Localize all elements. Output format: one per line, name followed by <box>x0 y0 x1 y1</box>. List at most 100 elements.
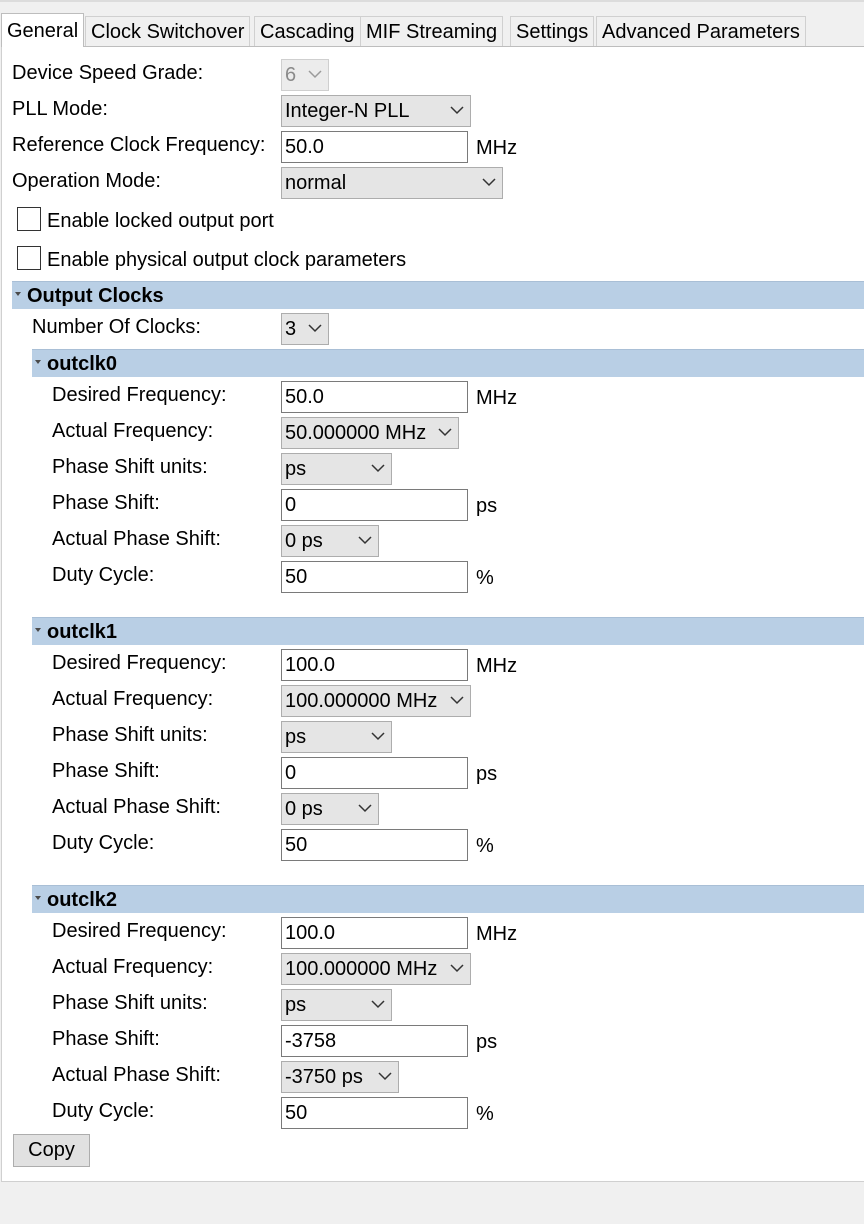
phase-shift-label: Phase Shift: <box>52 760 160 782</box>
tab-general[interactable]: General <box>1 13 85 47</box>
locked-port-label: Enable locked output port <box>47 210 274 232</box>
collapse-triangle-icon <box>35 360 41 364</box>
chevron-down-icon <box>371 1000 385 1009</box>
output-clocks-title: Output Clocks <box>27 285 164 307</box>
phase-shift-label: Phase Shift: <box>52 492 160 514</box>
ps-unit: ps <box>476 763 498 785</box>
percent-unit: % <box>476 567 494 589</box>
outclk0-phase-shift-input[interactable]: 0 <box>281 489 468 521</box>
outclk0-desired-frequency-input[interactable]: 50.0 <box>281 381 468 413</box>
physical-params-checkbox[interactable] <box>17 246 41 270</box>
percent-unit: % <box>476 1103 494 1125</box>
collapse-triangle-icon <box>35 628 41 632</box>
actual-frequency-value: 100.000000 MHz <box>285 690 438 712</box>
collapse-triangle-icon <box>35 896 41 900</box>
chevron-down-icon <box>438 428 452 437</box>
phase-shift-units-label: Phase Shift units: <box>52 992 208 1014</box>
num-clocks-select[interactable]: 3 <box>281 313 329 345</box>
actual-frequency-value: 50.000000 MHz <box>285 422 427 444</box>
outclk1-phase-shift-input[interactable]: 0 <box>281 757 468 789</box>
outclk1-desired-frequency-input[interactable]: 100.0 <box>281 649 468 681</box>
phase-shift-label: Phase Shift: <box>52 1028 160 1050</box>
pll-mode-select[interactable]: Integer-N PLL <box>281 95 471 127</box>
chevron-down-icon <box>450 964 464 973</box>
actual-phase-shift-value: 0 ps <box>285 798 323 820</box>
actual-frequency-value: 100.000000 MHz <box>285 958 438 980</box>
tab-bar: General Clock Switchover Cascading MIF S… <box>0 13 864 47</box>
duty-cycle-label: Duty Cycle: <box>52 1100 155 1122</box>
actual-phase-shift-value: -3750 ps <box>285 1066 363 1088</box>
outclk2-phase-shift-input[interactable]: -3758 <box>281 1025 468 1057</box>
ps-unit: ps <box>476 1031 498 1053</box>
outclk2-duty-cycle-input[interactable]: 50 <box>281 1097 468 1129</box>
ps-unit: ps <box>476 495 498 517</box>
tab-cascading[interactable]: Cascading <box>254 16 361 46</box>
actual-phase-shift-value: 0 ps <box>285 530 323 552</box>
pll-mode-label: PLL Mode: <box>12 98 108 120</box>
outclk1-header[interactable]: outclk1 <box>32 617 864 645</box>
ref-clock-input[interactable]: 50.0 <box>281 131 468 163</box>
phase-shift-units-value: ps <box>285 458 307 480</box>
output-clocks-header[interactable]: Output Clocks <box>12 281 864 309</box>
mhz-unit: MHz <box>476 655 518 677</box>
outclk0-title: outclk0 <box>47 353 118 375</box>
mhz-unit: MHz <box>476 923 518 945</box>
window-top-edge <box>0 0 864 2</box>
collapse-triangle-icon <box>15 292 21 296</box>
outclk0-header[interactable]: outclk0 <box>32 349 864 377</box>
outclk0-actual-phase-shift-select[interactable]: 0 ps <box>281 525 379 557</box>
duty-cycle-label: Duty Cycle: <box>52 832 155 854</box>
speed-grade-value: 6 <box>285 64 297 86</box>
phase-shift-units-label: Phase Shift units: <box>52 724 208 746</box>
operation-mode-value: normal <box>285 172 347 194</box>
outclk0-duty-cycle-input[interactable]: 50 <box>281 561 468 593</box>
copy-button[interactable]: Copy <box>13 1134 90 1167</box>
outclk1-duty-cycle-input[interactable]: 50 <box>281 829 468 861</box>
locked-port-checkbox[interactable] <box>17 207 41 231</box>
outclk2-actual-phase-shift-select[interactable]: -3750 ps <box>281 1061 399 1093</box>
tab-settings[interactable]: Settings <box>510 16 595 46</box>
pll-mode-value: Integer-N PLL <box>285 100 410 122</box>
phase-shift-units-value: ps <box>285 726 307 748</box>
chevron-down-icon <box>308 70 322 79</box>
outclk0-actual-frequency-select[interactable]: 50.000000 MHz <box>281 417 459 449</box>
actual-frequency-label: Actual Frequency: <box>52 420 214 442</box>
actual-phase-shift-label: Actual Phase Shift: <box>52 1064 221 1086</box>
operation-mode-label: Operation Mode: <box>12 170 161 192</box>
chevron-down-icon <box>358 536 372 545</box>
physical-params-label: Enable physical output clock parameters <box>47 249 407 271</box>
ref-clock-label: Reference Clock Frequency: <box>12 134 266 156</box>
speed-grade-select[interactable]: 6 <box>281 59 329 91</box>
tab-clock-switchover[interactable]: Clock Switchover <box>85 16 251 46</box>
outclk2-actual-frequency-select[interactable]: 100.000000 MHz <box>281 953 471 985</box>
ref-clock-unit: MHz <box>476 137 518 159</box>
chevron-down-icon <box>482 178 496 187</box>
phase-shift-units-label: Phase Shift units: <box>52 456 208 478</box>
outclk2-header[interactable]: outclk2 <box>32 885 864 913</box>
actual-frequency-label: Actual Frequency: <box>52 956 214 978</box>
chevron-down-icon <box>450 696 464 705</box>
outclk1-actual-phase-shift-select[interactable]: 0 ps <box>281 793 379 825</box>
num-clocks-value: 3 <box>285 318 297 340</box>
operation-mode-select[interactable]: normal <box>281 167 503 199</box>
desired-frequency-label: Desired Frequency: <box>52 384 227 406</box>
mhz-unit: MHz <box>476 387 518 409</box>
chevron-down-icon <box>371 464 385 473</box>
chevron-down-icon <box>371 732 385 741</box>
duty-cycle-label: Duty Cycle: <box>52 564 155 586</box>
outclk0-phase-shift-units-select[interactable]: ps <box>281 453 392 485</box>
tab-advanced-parameters[interactable]: Advanced Parameters <box>596 16 806 46</box>
desired-frequency-label: Desired Frequency: <box>52 652 227 674</box>
outclk2-phase-shift-units-select[interactable]: ps <box>281 989 392 1021</box>
chevron-down-icon <box>378 1072 392 1081</box>
outclk1-phase-shift-units-select[interactable]: ps <box>281 721 392 753</box>
num-clocks-label: Number Of Clocks: <box>32 316 201 338</box>
speed-grade-label: Device Speed Grade: <box>12 62 204 84</box>
tab-mif-streaming[interactable]: MIF Streaming <box>360 16 504 46</box>
desired-frequency-label: Desired Frequency: <box>52 920 227 942</box>
percent-unit: % <box>476 835 494 857</box>
outclk2-desired-frequency-input[interactable]: 100.0 <box>281 917 468 949</box>
outclk1-actual-frequency-select[interactable]: 100.000000 MHz <box>281 685 471 717</box>
chevron-down-icon <box>308 324 322 333</box>
actual-phase-shift-label: Actual Phase Shift: <box>52 528 221 550</box>
